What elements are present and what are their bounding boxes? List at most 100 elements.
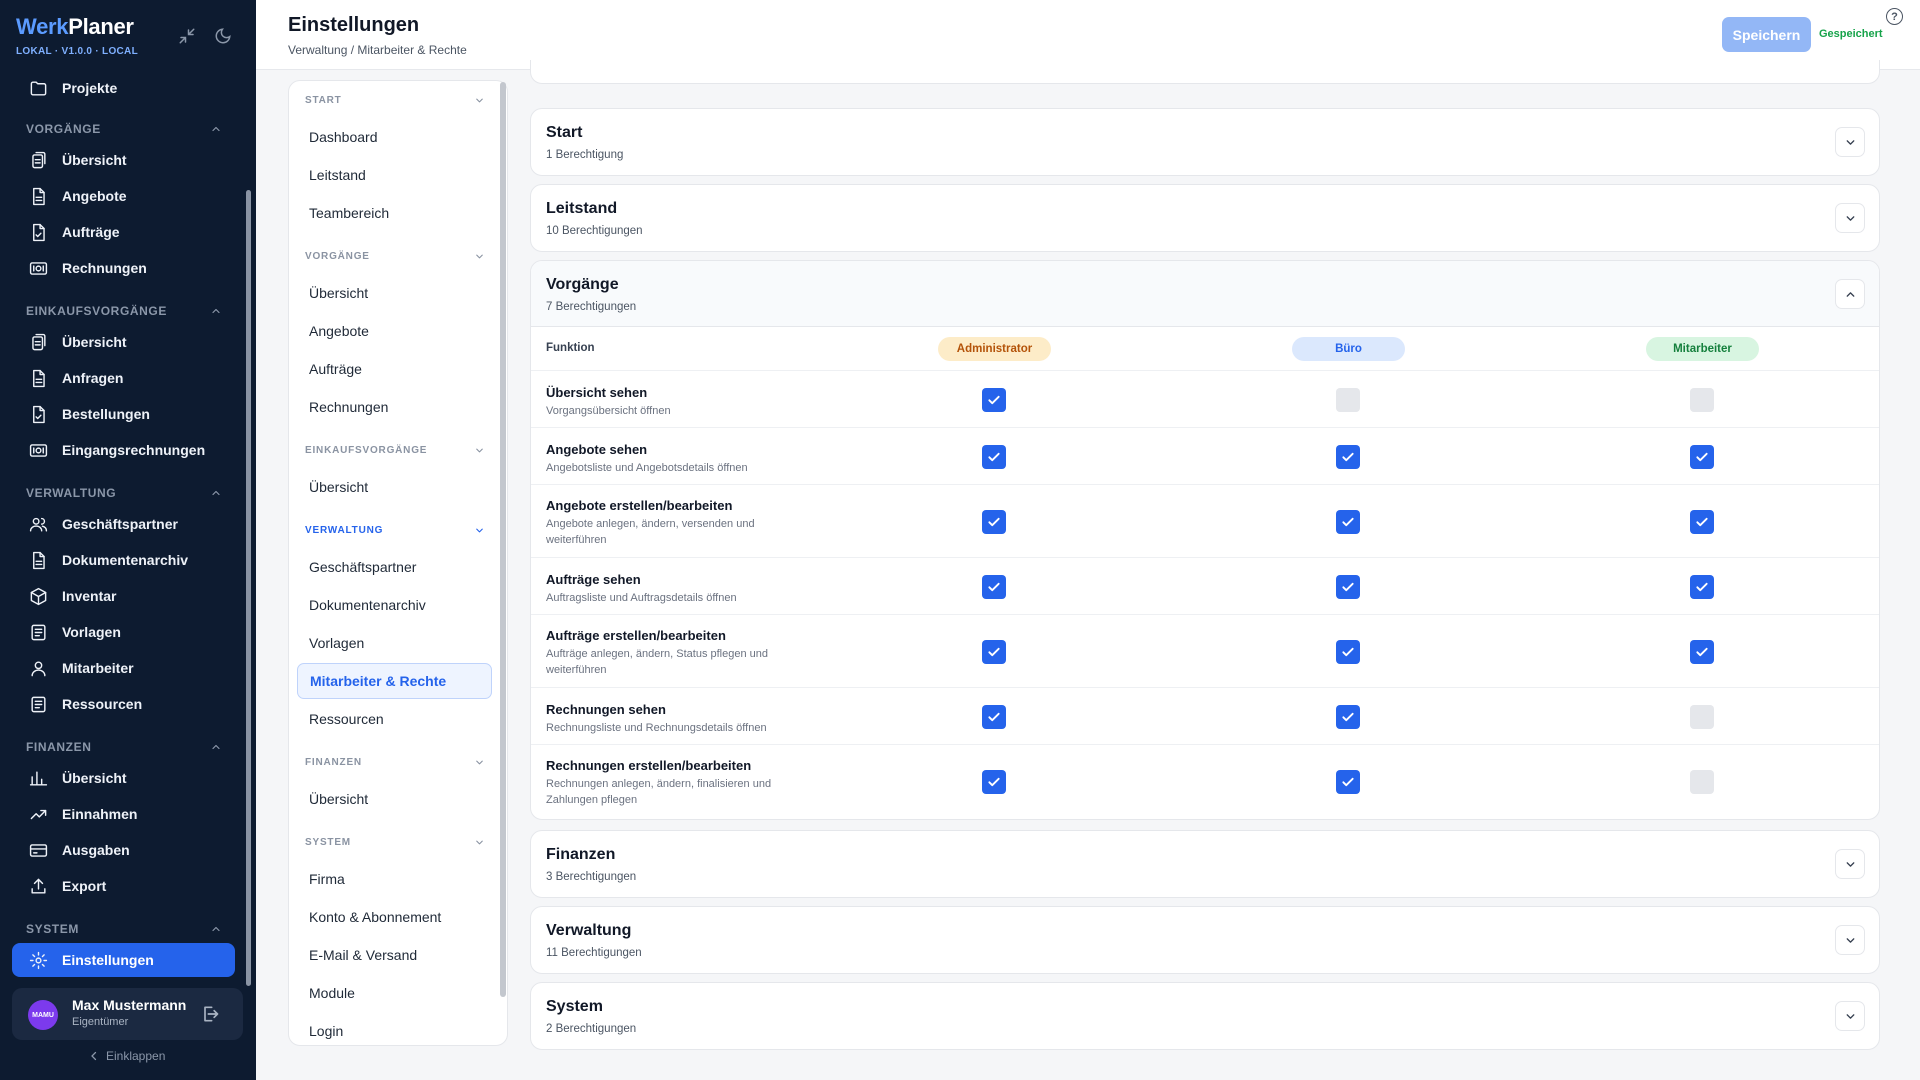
settings-section-verwaltung[interactable]: VERWALTUNG [305, 525, 485, 536]
permission-group-header[interactable]: Verwaltung 11 Berechtigungen [531, 907, 1879, 973]
sidebar-item-rechnungen[interactable]: Rechnungen [12, 251, 235, 285]
sidebar-item-export[interactable]: Export [12, 869, 235, 903]
permission-checkbox-administrator[interactable] [982, 640, 1006, 664]
sidebar-item-anfragen[interactable]: Anfragen [12, 361, 235, 395]
sidebar-item-geschaeftspartner[interactable]: Geschäftspartner [12, 507, 235, 541]
expand-button[interactable] [1835, 1001, 1865, 1031]
settings-nav-item-e-mail-und-versand[interactable]: E-Mail & Versand [297, 937, 492, 973]
app-logo[interactable]: WerkPlaner [16, 14, 134, 40]
permission-group-header[interactable]: System 2 Berechtigungen [531, 983, 1879, 1049]
permission-checkbox-administrator[interactable] [982, 575, 1006, 599]
permission-checkbox-buero[interactable] [1336, 770, 1360, 794]
sidebar-item-ausgaben[interactable]: Ausgaben [12, 833, 235, 867]
permission-checkbox-buero[interactable] [1336, 510, 1360, 534]
settings-nav-item-teambereich[interactable]: Teambereich [297, 195, 492, 231]
permission-checkbox-buero[interactable] [1336, 640, 1360, 664]
settings-nav-item-module[interactable]: Module [297, 975, 492, 1011]
sidebar-section-system[interactable]: SYSTEM [26, 922, 222, 936]
sidebar-section-vorgaenge[interactable]: VORGÄNGE [26, 122, 222, 136]
permission-group-count: 1 Berechtigung [546, 149, 624, 161]
sidebar-item-angebote[interactable]: Angebote [12, 179, 235, 213]
settings-nav-item-login[interactable]: Login [297, 1013, 492, 1045]
permission-checkbox-mitarbeiter[interactable] [1690, 640, 1714, 664]
sidebar-item-inventar[interactable]: Inventar [12, 579, 235, 613]
permission-group-title: System [546, 998, 603, 1015]
sidebar-item-uebersicht[interactable]: Übersicht [12, 761, 235, 795]
logout-icon[interactable] [200, 1004, 220, 1024]
sidebar-scrollbar[interactable] [246, 190, 251, 986]
permission-checkbox-administrator[interactable] [982, 445, 1006, 469]
sidebar-section-verwaltung[interactable]: VERWALTUNG [26, 486, 222, 500]
permission-checkbox-mitarbeiter[interactable] [1690, 445, 1714, 469]
help-icon[interactable]: ? [1886, 8, 1903, 25]
permission-checkbox-mitarbeiter[interactable] [1690, 575, 1714, 599]
sidebar: WerkPlaner LOKAL · V1.0.0 · LOCAL Projek… [0, 0, 256, 1080]
permission-group-header[interactable]: Start 1 Berechtigung [531, 109, 1879, 175]
sidebar-item-uebersicht[interactable]: Übersicht [12, 325, 235, 359]
settings-nav-item-angebote[interactable]: Angebote [297, 313, 492, 349]
settings-nav-item-ressourcen[interactable]: Ressourcen [297, 701, 492, 737]
permission-checkbox-administrator[interactable] [982, 705, 1006, 729]
permission-checkbox-mitarbeiter[interactable] [1690, 510, 1714, 534]
permission-checkbox-administrator[interactable] [982, 770, 1006, 794]
permission-checkbox-administrator[interactable] [982, 510, 1006, 534]
expand-button[interactable] [1835, 925, 1865, 955]
settings-section-finanzen[interactable]: FINANZEN [305, 757, 485, 768]
sidebar-section-finanzen[interactable]: FINANZEN [26, 740, 222, 754]
sidebar-item-einnahmen[interactable]: Einnahmen [12, 797, 235, 831]
settings-nav-item-leitstand[interactable]: Leitstand [297, 157, 492, 193]
settings-section-system[interactable]: SYSTEM [305, 837, 485, 848]
sidebar-item-mitarbeiter[interactable]: Mitarbeiter [12, 651, 235, 685]
breadcrumb[interactable]: Verwaltung / Mitarbeiter & Rechte [288, 43, 467, 57]
permission-group-header[interactable]: Finanzen 3 Berechtigungen [531, 831, 1879, 897]
sidebar-item-uebersicht[interactable]: Übersicht [12, 143, 235, 177]
collapse-sidebar-button[interactable]: Einklappen [88, 1049, 165, 1063]
settings-nav-item-firma[interactable]: Firma [297, 861, 492, 897]
settings-nav-item-dokumentenarchiv[interactable]: Dokumentenarchiv [297, 587, 492, 623]
permission-checkbox-mitarbeiter[interactable] [1690, 388, 1714, 412]
permission-checkbox-mitarbeiter[interactable] [1690, 770, 1714, 794]
settings-nav-item-konto-und-abonnement[interactable]: Konto & Abonnement [297, 899, 492, 935]
checkmark-icon [1696, 517, 1708, 527]
expand-button[interactable] [1835, 849, 1865, 879]
sidebar-item-vorlagen[interactable]: Vorlagen [12, 615, 235, 649]
settings-section-einkaufsvorgaenge[interactable]: EINKAUFSVORGÄNGE [305, 445, 485, 456]
sidebar-item-auftraege[interactable]: Aufträge [12, 215, 235, 249]
save-button[interactable]: Speichern [1722, 17, 1811, 52]
permission-checkbox-mitarbeiter[interactable] [1690, 705, 1714, 729]
sidebar-item-dokumentenarchiv[interactable]: Dokumentenarchiv [12, 543, 235, 577]
settings-nav-item-auftraege[interactable]: Aufträge [297, 351, 492, 387]
sidebar-item-einstellungen[interactable]: Einstellungen [12, 943, 235, 977]
settings-nav-item-uebersicht[interactable]: Übersicht [297, 469, 492, 505]
expand-button[interactable] [1835, 203, 1865, 233]
settings-section-start[interactable]: START [305, 95, 485, 106]
sidebar-item-ressourcen[interactable]: Ressourcen [12, 687, 235, 721]
sidebar-item-projekte[interactable]: Projekte [12, 71, 235, 105]
settings-nav-item-uebersicht[interactable]: Übersicht [297, 781, 492, 817]
permission-checkbox-buero[interactable] [1336, 575, 1360, 599]
collapse-arrows-icon[interactable] [175, 24, 199, 48]
expand-button[interactable] [1835, 127, 1865, 157]
permission-checkbox-administrator[interactable] [982, 388, 1006, 412]
permission-group-header[interactable]: Vorgänge 7 Berechtigungen [531, 261, 1879, 327]
sidebar-item-eingangsrechnungen[interactable]: Eingangsrechnungen [12, 433, 235, 467]
permission-checkbox-buero[interactable] [1336, 705, 1360, 729]
settings-nav-item-rechnungen[interactable]: Rechnungen [297, 389, 492, 425]
settings-nav-item-uebersicht[interactable]: Übersicht [297, 275, 492, 311]
user-card[interactable]: MAMU Max Mustermann Eigentümer [12, 988, 243, 1040]
permission-checkbox-buero[interactable] [1336, 445, 1360, 469]
permission-group-header[interactable]: Leitstand 10 Berechtigungen [531, 185, 1879, 251]
chevron-down-icon [1846, 215, 1854, 221]
document-stack-icon [32, 333, 46, 350]
settings-section-vorgaenge[interactable]: VORGÄNGE [305, 251, 485, 262]
moon-icon[interactable] [211, 24, 235, 48]
collapse-button[interactable] [1835, 279, 1865, 309]
settings-nav-item-vorlagen[interactable]: Vorlagen [297, 625, 492, 661]
settings-nav-item-dashboard[interactable]: Dashboard [297, 119, 492, 155]
permission-checkbox-buero[interactable] [1336, 388, 1360, 412]
sidebar-section-einkaufsvorgaenge[interactable]: EINKAUFSVORGÄNGE [26, 304, 222, 318]
settings-nav-item-geschaeftspartner[interactable]: Geschäftspartner [297, 549, 492, 585]
sidebar-item-bestellungen[interactable]: Bestellungen [12, 397, 235, 431]
settings-nav-scrollbar[interactable] [500, 82, 506, 997]
settings-nav-item-mitarbeiter-und-rechte[interactable]: Mitarbeiter & Rechte [297, 663, 492, 699]
